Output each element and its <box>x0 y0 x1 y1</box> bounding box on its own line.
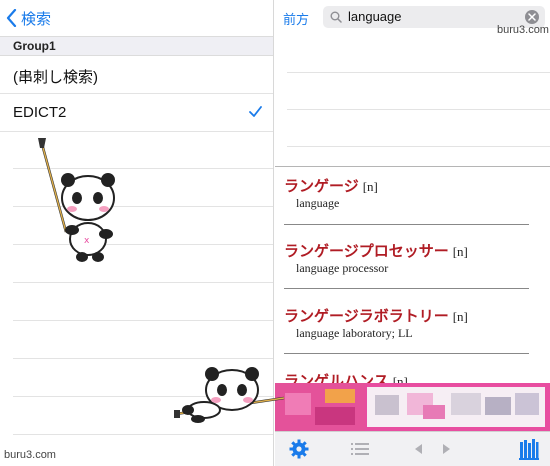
panda-lying-illustration <box>174 367 285 423</box>
entry-pos: [n] <box>452 309 468 324</box>
watermark-text: buru3.com <box>497 24 549 36</box>
entry-pos: [n] <box>362 179 378 194</box>
entry-headword: ランゲージ <box>284 177 359 195</box>
entry-divider <box>284 353 529 354</box>
entry-gloss: language <box>296 196 340 210</box>
dictionary-row-label: (串刺し検索) <box>13 69 98 86</box>
bottom-toolbar <box>275 431 550 466</box>
entry-divider <box>284 288 529 289</box>
ad-tile <box>485 397 511 415</box>
gear-icon[interactable] <box>289 439 309 459</box>
back-button[interactable]: 検索 <box>6 8 51 29</box>
entry-divider <box>284 224 529 225</box>
results-divider <box>275 166 550 167</box>
empty-row-divider <box>13 320 273 321</box>
books-icon[interactable] <box>519 438 539 460</box>
search-icon <box>330 11 342 23</box>
entry-headword: ランゲージラボラトリー <box>284 307 449 325</box>
left-nav-bar: 検索 <box>0 0 273 36</box>
ad-tile <box>315 407 355 425</box>
empty-row-divider <box>13 434 273 435</box>
back-button-label: 検索 <box>21 10 52 28</box>
ad-banner[interactable] <box>275 383 550 431</box>
result-entry[interactable]: ランゲージ [n] language <box>275 175 550 225</box>
group-title: Group1 <box>13 39 56 53</box>
result-entry[interactable]: ランゲルハンス [n] <box>275 370 550 390</box>
close-icon <box>528 13 536 21</box>
svg-text:x: x <box>84 236 90 246</box>
empty-row-divider <box>13 282 273 283</box>
ad-tile <box>375 395 399 415</box>
chevron-left-icon <box>6 9 17 27</box>
panda-with-brush-illustration: x <box>38 138 115 262</box>
entry-pos: [n] <box>452 244 468 259</box>
search-mode-button[interactable]: 前方 <box>283 9 309 28</box>
search-input[interactable]: language <box>348 9 402 24</box>
dictionary-row-label: EDICT2 <box>13 104 67 121</box>
triangle-left-icon[interactable] <box>415 444 423 454</box>
ad-tile <box>325 389 355 403</box>
result-entry[interactable]: ランゲージラボラトリー [n] language laboratory; LL <box>275 305 550 355</box>
blank-row-divider <box>287 109 550 110</box>
dictionary-row-selected[interactable]: EDICT2 <box>0 94 273 132</box>
list-icon[interactable] <box>351 442 369 456</box>
watermark-text: buru3.com <box>4 449 56 461</box>
entry-heading: ランゲージラボラトリー [n] <box>284 305 468 326</box>
blank-row-divider <box>287 72 550 73</box>
ad-tile <box>515 393 539 415</box>
entry-heading: ランゲージプロセッサー [n] <box>284 240 468 261</box>
result-entry[interactable]: ランゲージプロセッサー [n] language processor <box>275 240 550 290</box>
entry-headword: ランゲージプロセッサー <box>284 242 449 260</box>
dictionary-row[interactable]: (串刺し検索) <box>0 56 273 94</box>
triangle-right-icon[interactable] <box>443 444 451 454</box>
entry-gloss: language processor <box>296 261 389 275</box>
ad-tile <box>285 393 311 415</box>
entry-heading: ランゲージ [n] <box>284 175 378 196</box>
entry-gloss: language laboratory; LL <box>296 326 413 340</box>
group-header: Group1 <box>0 36 273 56</box>
checkmark-icon <box>249 106 262 117</box>
blank-row-divider <box>287 146 550 147</box>
clear-search-button[interactable] <box>525 10 539 24</box>
right-pane: 前方 language buru3.com ランゲージ [n] language … <box>275 0 550 466</box>
empty-row-divider <box>13 358 273 359</box>
ad-tile <box>451 393 481 415</box>
ad-tile <box>423 405 445 419</box>
